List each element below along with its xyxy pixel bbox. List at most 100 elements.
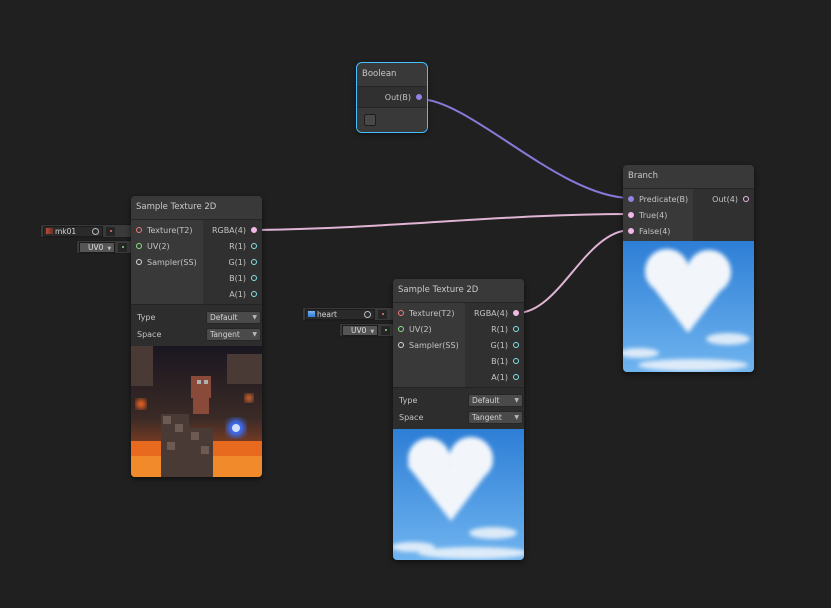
dropdown-arrow-icon: ▼ (514, 414, 519, 421)
connector-icon (118, 242, 128, 252)
branch-predicate-port[interactable]: Predicate(B) (623, 191, 693, 207)
port-dot-icon[interactable] (398, 326, 404, 332)
picker-icon[interactable] (364, 310, 371, 318)
branch-node-title: Branch (623, 165, 754, 189)
port-dot-icon[interactable] (416, 94, 422, 100)
space-dropdown[interactable]: Tangent ▼ (468, 411, 523, 424)
port-label: Sampler(SS) (409, 340, 459, 350)
type-label: Type (399, 396, 418, 405)
dropdown-arrow-icon: ▼ (252, 314, 257, 321)
type-dropdown[interactable]: Default ▼ (468, 394, 523, 407)
uv-channel-dropdown[interactable]: UV0 ▼ (342, 324, 379, 336)
wire-boolean-to-predicate (418, 98, 632, 199)
branch-node[interactable]: Branch Predicate(B) True(4) False(4) Out… (623, 165, 754, 372)
port-dot-icon[interactable] (251, 243, 257, 249)
port-dot-icon[interactable] (398, 342, 404, 348)
port-dot-icon[interactable] (251, 291, 257, 297)
sample-texture-node-1[interactable]: Sample Texture 2D Texture(T2) UV(2) Samp… (131, 196, 262, 477)
boolean-out-label: Out(B) (384, 92, 411, 102)
rgba-output-port[interactable]: RGBA(4) (465, 305, 524, 321)
uv-channel-dropdown[interactable]: UV0 ▼ (79, 241, 116, 253)
port-label: True(4) (639, 210, 668, 220)
port-label: B(1) (491, 356, 508, 366)
port-dot-icon[interactable] (251, 227, 257, 233)
texture-input-port[interactable]: Texture(T2) (393, 305, 465, 321)
texture-object-field[interactable]: mk01 (43, 225, 103, 237)
texture-thumbnail-icon (308, 311, 315, 317)
picker-icon[interactable] (92, 227, 99, 235)
b-output-port[interactable]: B(1) (203, 270, 262, 286)
port-label: Texture(T2) (147, 225, 193, 235)
rgba-output-port[interactable]: RGBA(4) (203, 222, 262, 238)
port-dot-icon[interactable] (398, 310, 404, 316)
sampler-input-port[interactable]: Sampler(SS) (393, 337, 465, 353)
port-dot-icon[interactable] (136, 227, 142, 233)
sample-texture-node-2[interactable]: Sample Texture 2D Texture(T2) UV(2) Samp… (393, 279, 524, 560)
b-output-port[interactable]: B(1) (465, 353, 524, 369)
uv-field-1[interactable]: UV0 ▼ (76, 240, 132, 254)
wire-tex2-rgba-to-false (516, 229, 632, 314)
port-dot-icon[interactable] (743, 196, 749, 202)
texture-field-mk01[interactable]: mk01 (40, 224, 132, 238)
port-label: Texture(T2) (409, 308, 455, 318)
connector-icon (106, 226, 115, 236)
uv-field-2[interactable]: UV0 ▼ (339, 323, 394, 337)
boolean-node-title: Boolean (357, 63, 427, 87)
port-dot-icon[interactable] (251, 275, 257, 281)
texture-object-field[interactable]: heart (305, 308, 375, 320)
port-dot-icon[interactable] (513, 326, 519, 332)
texture-input-port[interactable]: Texture(T2) (131, 222, 203, 238)
space-value: Tangent (210, 330, 240, 339)
branch-false-port[interactable]: False(4) (623, 223, 693, 239)
port-dot-icon[interactable] (136, 259, 142, 265)
type-value: Default (210, 313, 238, 322)
uv-input-port[interactable]: UV(2) (393, 321, 465, 337)
branch-out-port[interactable]: Out(4) (693, 191, 754, 207)
dropdown-arrow-icon: ▼ (252, 331, 257, 338)
port-dot-icon[interactable] (513, 310, 519, 316)
boolean-value-checkbox[interactable] (364, 114, 376, 126)
port-dot-icon[interactable] (628, 196, 634, 202)
a-output-port[interactable]: A(1) (465, 369, 524, 385)
branch-true-port[interactable]: True(4) (623, 207, 693, 223)
sample-texture-1-title: Sample Texture 2D (131, 196, 262, 220)
port-dot-icon[interactable] (513, 358, 519, 364)
port-label: RGBA(4) (473, 308, 508, 318)
port-label: UV(2) (409, 324, 432, 334)
uv-channel-value: UV0 (88, 242, 104, 252)
texture-field-heart[interactable]: heart (302, 307, 394, 321)
port-dot-icon[interactable] (628, 212, 634, 218)
boolean-node[interactable]: Boolean Out(B) (356, 62, 428, 133)
port-dot-icon[interactable] (513, 374, 519, 380)
port-label: Predicate(B) (639, 194, 689, 204)
wire-tex1-rgba-to-true (254, 213, 632, 231)
texture-thumbnail-icon (46, 228, 53, 234)
port-label: False(4) (639, 226, 671, 236)
port-label: Out(4) (712, 194, 738, 204)
type-label: Type (137, 313, 156, 322)
type-dropdown[interactable]: Default ▼ (206, 311, 261, 324)
branch-preview (623, 241, 754, 372)
port-label: R(1) (229, 241, 246, 251)
port-dot-icon[interactable] (251, 259, 257, 265)
connector-icon (378, 309, 387, 319)
boolean-out-port[interactable]: Out(B) (357, 89, 427, 105)
uv-input-port[interactable]: UV(2) (131, 238, 203, 254)
dropdown-arrow-icon: ▼ (107, 245, 112, 252)
sample-texture-2-title: Sample Texture 2D (393, 279, 524, 303)
texture-name: heart (317, 309, 337, 319)
sample-texture-2-preview (393, 429, 524, 560)
sampler-input-port[interactable]: Sampler(SS) (131, 254, 203, 270)
g-output-port[interactable]: G(1) (465, 337, 524, 353)
type-value: Default (472, 396, 500, 405)
port-dot-icon[interactable] (513, 342, 519, 348)
port-dot-icon[interactable] (628, 228, 634, 234)
r-output-port[interactable]: R(1) (465, 321, 524, 337)
dropdown-arrow-icon: ▼ (514, 397, 519, 404)
a-output-port[interactable]: A(1) (203, 286, 262, 302)
port-dot-icon[interactable] (136, 243, 142, 249)
r-output-port[interactable]: R(1) (203, 238, 262, 254)
space-dropdown[interactable]: Tangent ▼ (206, 328, 261, 341)
space-value: Tangent (472, 413, 502, 422)
g-output-port[interactable]: G(1) (203, 254, 262, 270)
